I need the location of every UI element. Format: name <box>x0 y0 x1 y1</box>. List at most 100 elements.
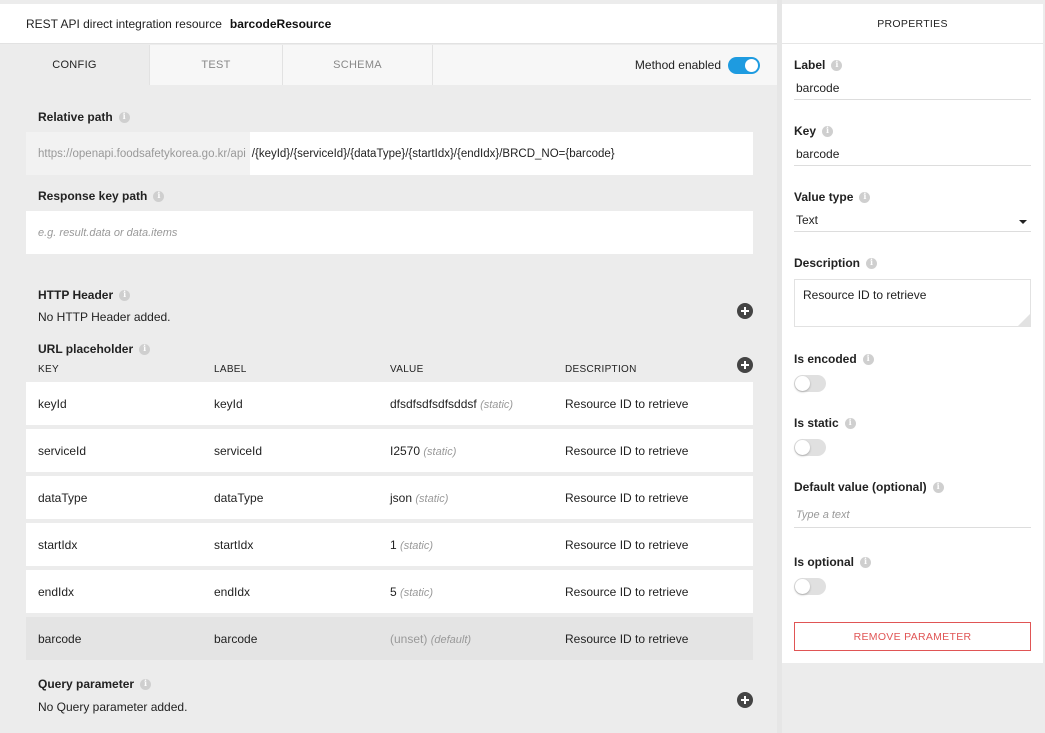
remove-parameter-button[interactable]: REMOVE PARAMETER <box>794 622 1031 651</box>
row-key: startIdx <box>38 538 78 552</box>
is-optional-heading: Is optional <box>794 555 871 569</box>
row-description: Resource ID to retrieve <box>565 585 689 599</box>
value-type-value: Text <box>796 213 819 227</box>
info-icon[interactable] <box>139 343 151 355</box>
row-label: serviceId <box>214 444 263 458</box>
default-value-heading: Default value (optional) <box>794 480 944 494</box>
table-row[interactable]: dataType dataType json (static) Resource… <box>26 476 753 519</box>
tab-test[interactable]: TEST <box>150 45 283 85</box>
tab-bar-spacer: Method enabled <box>433 45 777 85</box>
column-header-value: VALUE <box>390 364 424 375</box>
config-panel: REST API direct integration resource bar… <box>0 0 777 733</box>
row-value-tag: (default) <box>430 634 472 646</box>
key-input[interactable]: barcode <box>794 144 1031 166</box>
base-url: https://openapi.foodsafetykorea.go.kr/ap… <box>26 132 250 175</box>
info-icon[interactable] <box>862 353 874 365</box>
relative-path-heading: Relative path <box>38 110 130 124</box>
relative-path-input[interactable]: https://openapi.foodsafetykorea.go.kr/ap… <box>26 132 753 175</box>
http-header-heading: HTTP Header <box>38 288 131 302</box>
label-field-label: Label <box>794 58 826 72</box>
is-static-label: Is static <box>794 416 839 430</box>
table-row[interactable]: serviceId serviceId I2570 (static) Resou… <box>26 429 753 472</box>
row-value: dfsdfsdfsdfsddsf (static) <box>390 397 514 411</box>
properties-panel: PROPERTIES Label barcode Key barcode Val… <box>782 4 1043 604</box>
info-icon[interactable] <box>822 125 834 137</box>
relative-path-value[interactable]: /{keyId}/{serviceId}/{dataType}/{startId… <box>250 148 615 160</box>
column-header-label: LABEL <box>214 364 247 375</box>
http-header-empty-text: No HTTP Header added. <box>38 310 171 324</box>
table-row[interactable]: startIdx startIdx 1 (static) Resource ID… <box>26 523 753 566</box>
row-value-tag: (static) <box>480 399 514 411</box>
row-value: json (static) <box>390 491 449 505</box>
add-url-placeholder-icon[interactable] <box>737 357 753 373</box>
row-value-tag: (static) <box>415 493 449 505</box>
response-key-path-label: Response key path <box>38 189 148 203</box>
properties-title: PROPERTIES <box>782 4 1043 44</box>
info-icon[interactable] <box>859 191 871 203</box>
query-parameter-empty-text: No Query parameter added. <box>38 700 188 714</box>
row-label: keyId <box>214 397 243 411</box>
row-label: dataType <box>214 491 264 505</box>
value-type-label: Value type <box>794 190 854 204</box>
add-query-parameter-icon[interactable] <box>737 692 753 708</box>
is-encoded-toggle[interactable] <box>794 375 826 392</box>
info-icon[interactable] <box>932 481 944 493</box>
tab-config[interactable]: CONFIG <box>0 45 150 85</box>
method-enabled-toggle[interactable] <box>728 57 760 74</box>
info-icon[interactable] <box>140 678 152 690</box>
row-label: endIdx <box>214 585 251 599</box>
resize-handle[interactable] <box>1018 314 1030 326</box>
row-value: (unset) (default) <box>390 632 472 646</box>
label-input[interactable]: barcode <box>794 78 1031 100</box>
table-row-selected[interactable]: barcode barcode (unset) (default) Resour… <box>26 617 753 660</box>
default-value-input[interactable]: Type a text <box>794 506 1031 528</box>
row-label: barcode <box>214 632 258 646</box>
is-optional-toggle[interactable] <box>794 578 826 595</box>
default-value-label: Default value (optional) <box>794 480 927 494</box>
resource-title-bar: REST API direct integration resource bar… <box>0 4 777 44</box>
info-icon[interactable] <box>844 417 856 429</box>
info-icon[interactable] <box>831 59 843 71</box>
description-heading: Description <box>794 256 878 270</box>
key-field-heading: Key <box>794 124 834 138</box>
row-value: 1 (static) <box>390 538 434 552</box>
tab-schema[interactable]: SCHEMA <box>283 45 433 85</box>
response-key-path-heading: Response key path <box>38 189 165 203</box>
response-key-path-input[interactable]: e.g. result.data or data.items <box>26 211 753 254</box>
info-icon[interactable] <box>860 556 871 568</box>
resource-name: barcodeResource <box>229 16 332 31</box>
row-description: Resource ID to retrieve <box>565 444 689 458</box>
description-label: Description <box>794 256 861 270</box>
is-static-toggle[interactable] <box>794 439 826 456</box>
row-key: keyId <box>38 397 67 411</box>
query-parameter-label: Query parameter <box>38 677 135 691</box>
value-type-select[interactable]: Text <box>794 210 1031 232</box>
add-http-header-icon[interactable] <box>737 303 753 319</box>
info-icon[interactable] <box>119 289 131 301</box>
table-row[interactable]: endIdx endIdx 5 (static) Resource ID to … <box>26 570 753 613</box>
table-row[interactable]: keyId keyId dfsdfsdfsdfsddsf (static) Re… <box>26 382 753 425</box>
column-header-key: KEY <box>38 364 59 375</box>
http-header-label: HTTP Header <box>38 288 114 302</box>
row-key: serviceId <box>38 444 87 458</box>
label-field-heading: Label <box>794 58 843 72</box>
description-value: Resource ID to retrieve <box>803 288 927 302</box>
value-type-heading: Value type <box>794 190 871 204</box>
is-static-heading: Is static <box>794 416 856 430</box>
description-textarea[interactable]: Resource ID to retrieve <box>794 279 1031 327</box>
info-icon[interactable] <box>866 257 878 269</box>
column-header-description: DESCRIPTION <box>565 364 637 375</box>
row-key: barcode <box>38 632 82 646</box>
info-icon[interactable] <box>153 190 165 202</box>
method-enabled-label: Method enabled <box>634 58 721 72</box>
query-parameter-heading: Query parameter <box>38 677 152 691</box>
row-value-tag: (static) <box>423 446 457 458</box>
is-encoded-label: Is encoded <box>794 352 857 366</box>
url-placeholder-label: URL placeholder <box>38 342 134 356</box>
info-icon[interactable] <box>118 111 130 123</box>
row-value: 5 (static) <box>390 585 434 599</box>
row-key: dataType <box>38 491 88 505</box>
row-description: Resource ID to retrieve <box>565 538 689 552</box>
caret-down-icon <box>1019 220 1027 224</box>
is-optional-label: Is optional <box>794 555 854 569</box>
